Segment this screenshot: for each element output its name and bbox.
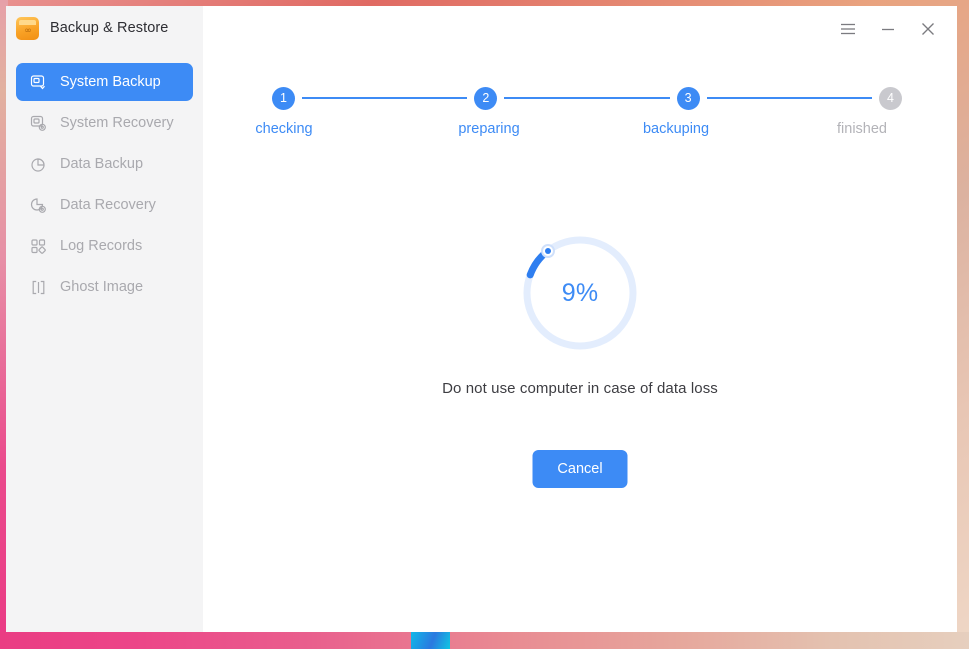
backup-restore-window: ∞ Backup & Restore System Backup System … (6, 6, 957, 640)
ghost-image-icon (30, 279, 47, 296)
app-brand: ∞ Backup & Restore (6, 6, 203, 50)
step-connector-3 (706, 97, 872, 99)
step-label-finished: finished (837, 121, 887, 137)
cancel-button[interactable]: Cancel (532, 450, 628, 488)
backup-box-icon-glyph: ∞ (24, 25, 32, 36)
backup-box-icon: ∞ (16, 16, 39, 40)
step-connector-2 (504, 97, 670, 99)
sidebar-item-data-recovery[interactable]: Data Recovery (16, 186, 193, 224)
menu-button[interactable] (833, 14, 863, 44)
progress-ring: 9% (519, 232, 641, 354)
step-label-checking: checking (255, 121, 313, 137)
taskbar-app-icon[interactable] (411, 632, 450, 649)
sidebar-item-log-records[interactable]: Log Records (16, 227, 193, 265)
progress-stepper: 1 2 3 4 checking preparing backuping fin… (255, 86, 902, 148)
taskbar[interactable] (0, 632, 969, 649)
sidebar-nav: System Backup System Recovery Data Backu… (6, 63, 203, 306)
sidebar-item-data-backup[interactable]: Data Backup (16, 145, 193, 183)
log-records-icon (30, 238, 47, 255)
stepper-badges: 1 2 3 4 (272, 86, 902, 110)
step-badge-4: 4 (878, 86, 902, 110)
sidebar-item-label: Data Recovery (60, 197, 156, 213)
sidebar-item-label: System Backup (60, 74, 161, 90)
main-content: 1 2 3 4 checking preparing backuping fin… (203, 6, 957, 640)
system-recovery-icon (30, 115, 47, 132)
sidebar-item-system-recovery[interactable]: System Recovery (16, 104, 193, 142)
sidebar-item-ghost-image[interactable]: Ghost Image (16, 268, 193, 306)
data-recovery-icon (30, 197, 47, 214)
step-badge-1: 1 (272, 86, 295, 110)
step-connector-1 (302, 97, 468, 99)
sidebar: ∞ Backup & Restore System Backup System … (6, 6, 203, 640)
step-label-backuping: backuping (642, 121, 710, 137)
desktop-background: ∞ Backup & Restore System Backup System … (0, 0, 969, 649)
stepper-labels: checking preparing backuping finished (255, 121, 902, 141)
minimize-button[interactable] (873, 14, 903, 44)
system-backup-icon (30, 74, 47, 91)
step-badge-2: 2 (474, 86, 498, 110)
sidebar-item-label: Log Records (60, 238, 143, 254)
progress-section: 9% Do not use computer in case of data l… (203, 232, 957, 397)
warning-message: Do not use computer in case of data loss (442, 380, 718, 397)
sidebar-item-label: System Recovery (60, 115, 174, 131)
data-backup-icon (30, 156, 47, 173)
progress-percent: 9% (561, 278, 599, 307)
sidebar-item-label: Data Backup (60, 156, 144, 172)
app-title: Backup & Restore (50, 20, 169, 36)
window-controls (833, 6, 957, 52)
close-button[interactable] (913, 14, 943, 44)
progress-handle (540, 244, 555, 258)
sidebar-item-system-backup[interactable]: System Backup (16, 63, 193, 101)
sidebar-item-label: Ghost Image (60, 279, 144, 295)
step-badge-3: 3 (676, 86, 700, 110)
step-label-preparing: preparing (458, 121, 520, 137)
